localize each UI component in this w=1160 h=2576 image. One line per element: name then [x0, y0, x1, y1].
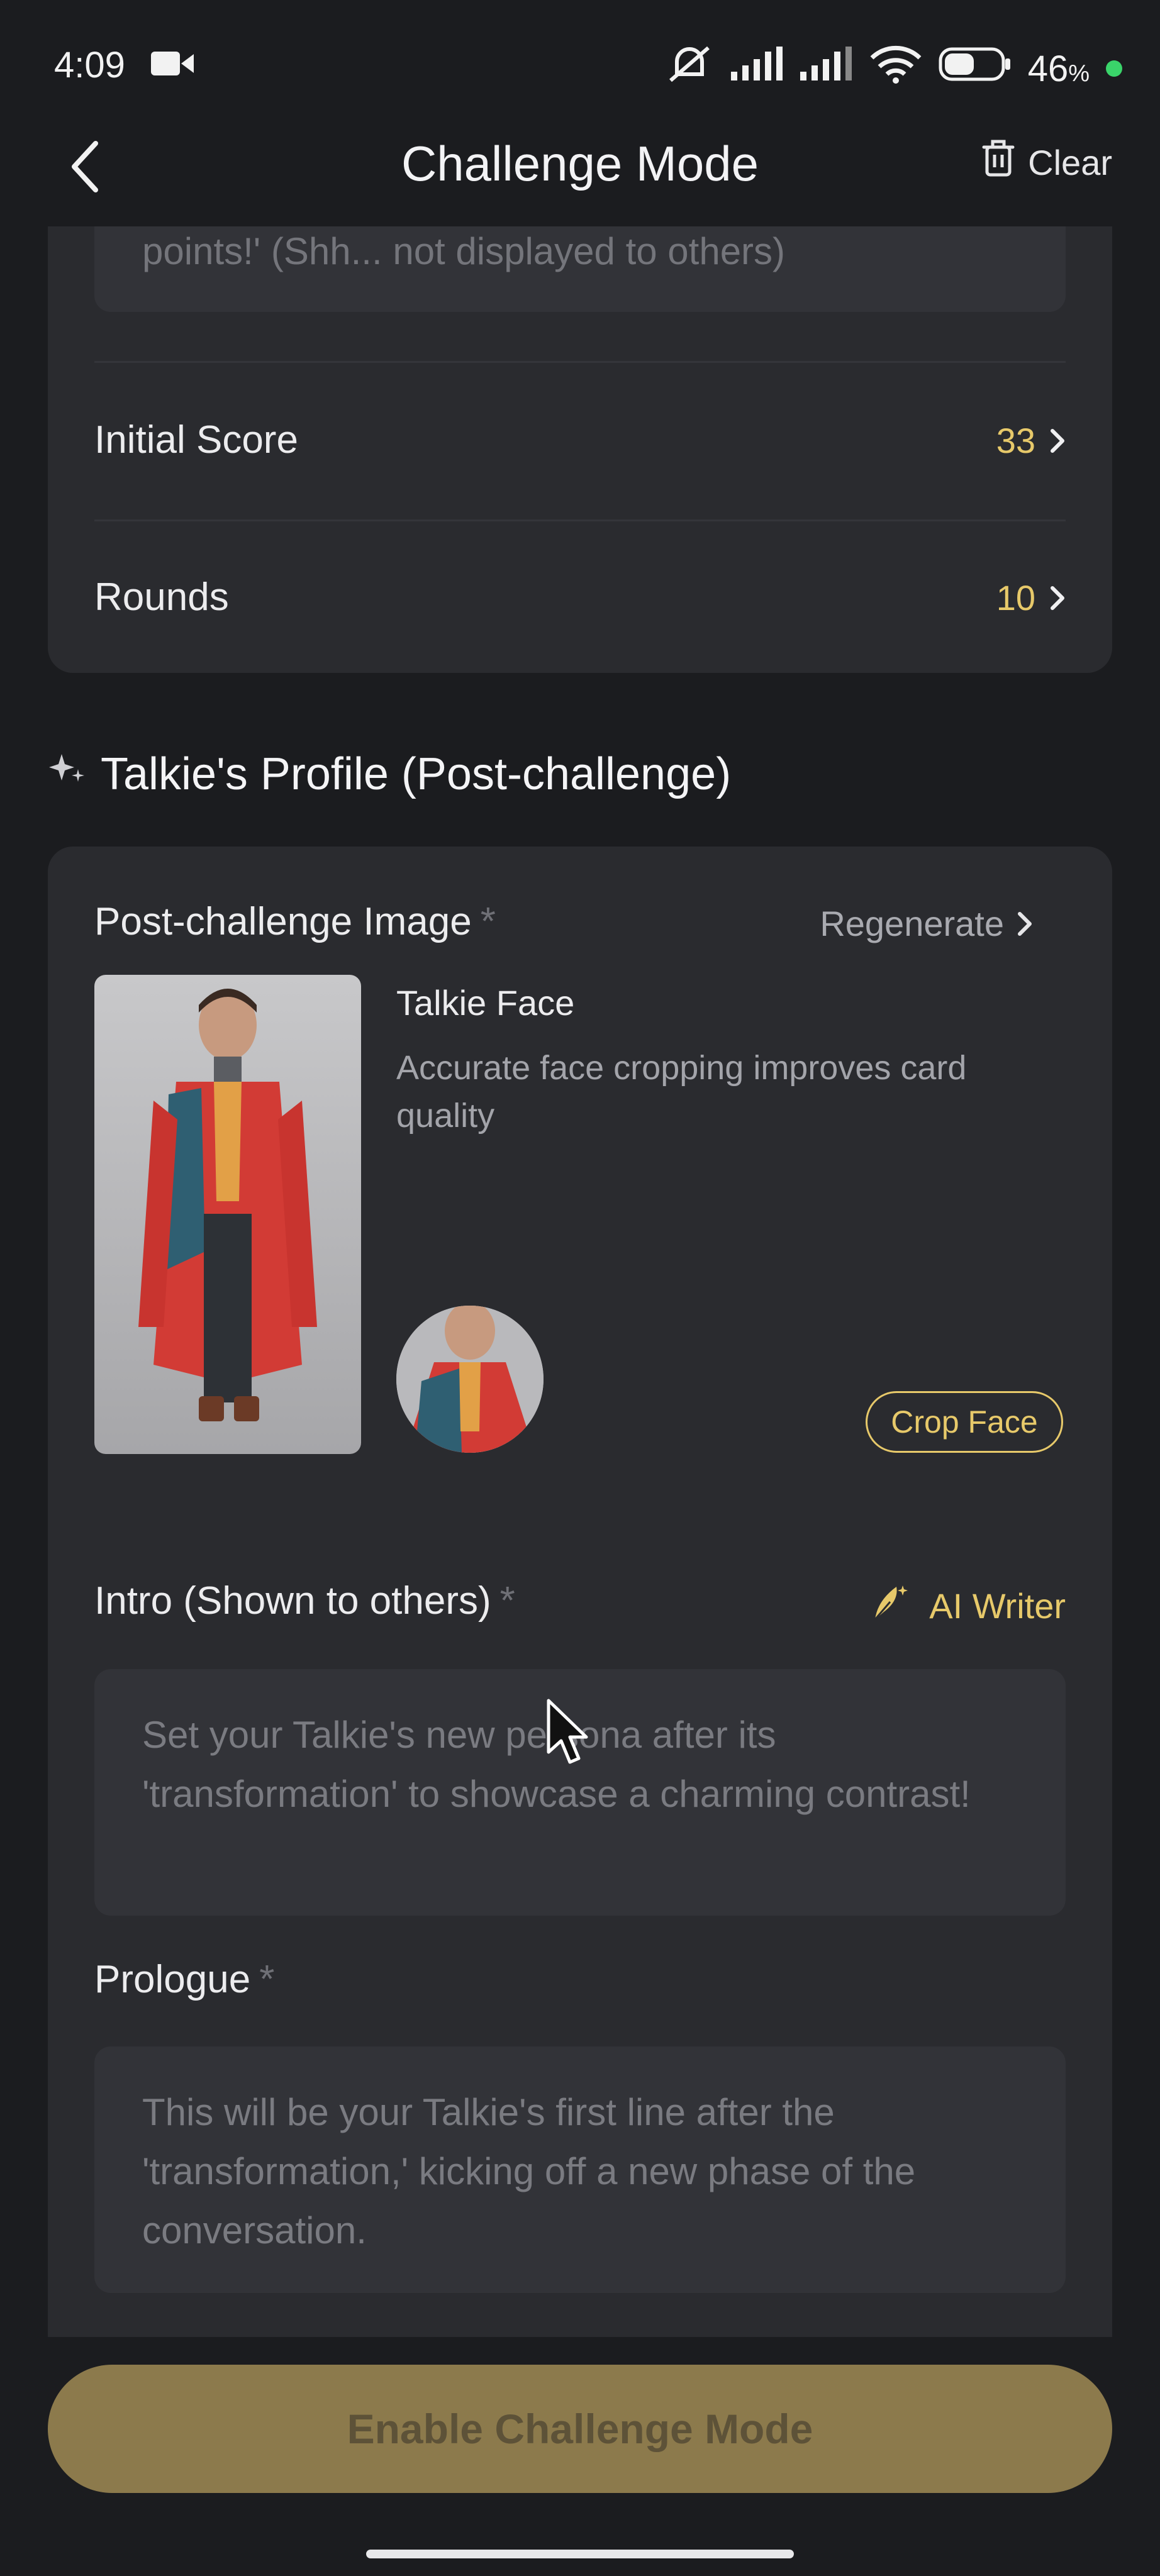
initial-score-label: Initial Score — [94, 418, 298, 462]
clear-label: Clear — [1028, 143, 1112, 182]
ai-writer-label: AI Writer — [929, 1586, 1066, 1626]
section-title: Talkie's Profile (Post-challenge) — [48, 748, 731, 800]
required-mark: * — [499, 1579, 515, 1623]
video-recording-icon — [151, 49, 195, 81]
prologue-placeholder: This will be your Talkie's first line af… — [142, 2091, 916, 2251]
divider — [94, 519, 1066, 521]
ai-writer-button[interactable]: AI Writer — [871, 1582, 1066, 1630]
chevron-right-icon — [1051, 428, 1064, 453]
intro-label-text: Intro (Shown to others) — [94, 1579, 491, 1623]
hidden-hint-text: points!' (Shh... not displayed to others… — [142, 230, 786, 272]
initial-score-value: 33 — [996, 421, 1035, 460]
regenerate-label: Regenerate — [820, 904, 1004, 943]
required-mark: * — [259, 1958, 275, 2001]
quill-icon — [871, 1582, 917, 1630]
character-figure — [138, 989, 317, 1421]
sparkle-icon — [48, 748, 87, 800]
home-indicator[interactable] — [366, 2550, 794, 2558]
face-title: Talkie Face — [396, 983, 575, 1023]
crop-face-button[interactable]: Crop Face — [866, 1391, 1063, 1453]
signal-icon-2 — [800, 47, 853, 91]
divider — [94, 361, 1066, 363]
face-crop-preview — [396, 1306, 544, 1453]
mute-icon — [664, 44, 715, 93]
face-description: Accurate face cropping improves card qua… — [396, 1049, 967, 1135]
regenerate-button[interactable]: Regenerate — [820, 903, 1033, 944]
chevron-right-icon — [1051, 586, 1064, 610]
signal-icon — [730, 47, 784, 91]
prologue-textarea[interactable]: This will be your Talkie's first line af… — [94, 2046, 1066, 2293]
clear-button[interactable]: Clear — [981, 140, 1112, 186]
face-avatar[interactable] — [396, 1306, 544, 1453]
battery-icon — [939, 47, 1012, 90]
rounds-value: 10 — [996, 578, 1035, 618]
wifi-icon — [869, 44, 922, 93]
required-mark: * — [480, 900, 496, 943]
intro-label: Intro (Shown to others) * — [94, 1579, 515, 1623]
battery-percent: 46 — [1027, 48, 1069, 89]
post-image-label: Post-challenge Image * — [94, 899, 496, 944]
mouse-cursor-icon — [546, 1698, 590, 1770]
status-icons: 46% — [664, 44, 1122, 93]
initial-score-row[interactable]: Initial Score 33 — [94, 396, 1066, 491]
rounds-row[interactable]: Rounds 10 — [94, 553, 1066, 648]
prologue-label: Prologue * — [94, 1957, 274, 2002]
enable-challenge-mode-button[interactable]: Enable Challenge Mode — [48, 2365, 1112, 2493]
prologue-label-text: Prologue — [94, 1958, 251, 2001]
post-image-label-text: Post-challenge Image — [94, 900, 472, 943]
charging-dot — [1106, 60, 1122, 77]
trash-icon — [981, 140, 1015, 186]
chevron-right-icon — [1018, 911, 1032, 936]
post-challenge-image[interactable] — [94, 975, 361, 1454]
rounds-label: Rounds — [94, 575, 229, 619]
section-title-text: Talkie's Profile (Post-challenge) — [101, 749, 732, 799]
status-time: 4:09 — [54, 45, 125, 86]
